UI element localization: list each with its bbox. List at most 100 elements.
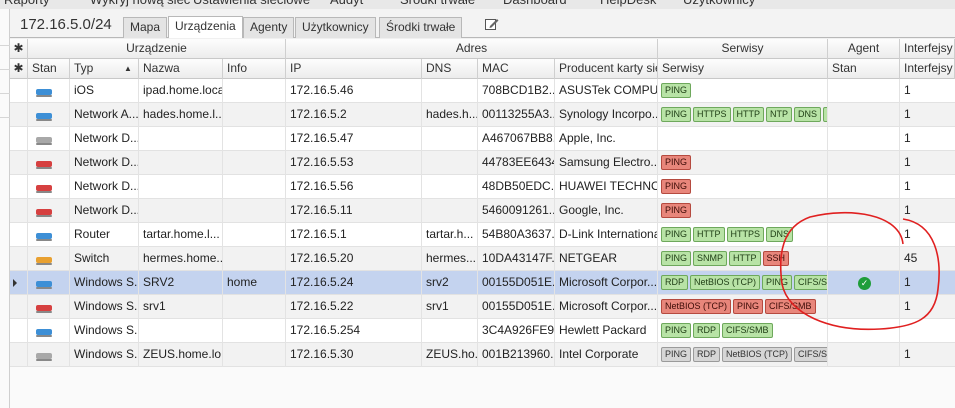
service-badge[interactable]: HTTPS [693,107,731,122]
column-chooser-icon[interactable]: ✱ [10,59,28,79]
service-badge[interactable]: RDP [693,347,721,362]
table-row[interactable]: Windows S... srv1 172.16.5.22 srv1 00155D051… [10,295,955,319]
service-badge[interactable]: PING [661,83,692,98]
tab-map[interactable]: Mapa [123,17,168,38]
service-badge[interactable]: NetBIOS (TCP) [690,275,761,290]
service-badge[interactable]: SNMP [693,251,728,266]
top-menu-item[interactable]: HelpDesk [600,0,656,7]
cell-ip: 172.16.5.22 [286,295,422,319]
cell-interfaces: 1 [904,179,911,193]
tab-agents[interactable]: Agenty [243,17,295,38]
cell-ip: 172.16.5.47 [286,127,422,151]
service-badge[interactable]: CIFS/SMB [722,323,773,338]
cell-ip: 172.16.5.56 [286,175,422,199]
grid-settings-icon[interactable]: ✱ [10,39,28,59]
row-gutter[interactable] [10,295,28,319]
col-dns[interactable]: DNS [422,59,478,79]
table-row[interactable]: Windows S... 172.16.5.254 3C4A926FE9...Hew… [10,319,955,343]
row-gutter[interactable] [10,271,28,295]
cell-info [223,151,286,175]
col-status[interactable]: Stan [28,59,70,79]
top-menu-item[interactable]: Wykryj nową sieć [90,0,190,7]
row-gutter[interactable] [10,175,28,199]
service-badge[interactable]: PING [661,107,692,122]
table-row[interactable]: Network A... hades.home.l... 172.16.5.2 had… [10,103,955,127]
table-row[interactable]: Network D... 172.16.5.11 5460091261... Goog… [10,199,955,223]
service-badge[interactable]: PING [661,347,692,362]
tab-users[interactable]: Użytkownicy [295,17,376,38]
service-badge[interactable]: NTP [766,107,793,122]
row-gutter[interactable] [10,343,28,367]
service-badge[interactable]: N [823,107,827,122]
service-badge[interactable]: DNS [766,227,794,242]
service-badge[interactable]: DNS [794,107,822,122]
service-badge[interactable]: PING [733,299,764,314]
cell-interfaces: 1 [904,299,911,313]
service-badge[interactable]: HTTP [732,107,765,122]
table-row[interactable]: Switch hermes.home... 172.16.5.20 hermes...… [10,247,955,271]
table-row[interactable]: iOS ipad.home.local 172.16.5.46 708BCD1B2..… [10,79,955,103]
cell-agent-status [828,247,900,271]
row-gutter[interactable] [10,103,28,127]
service-badge[interactable]: HTTP [729,251,761,266]
service-badge[interactable]: RDP [661,275,689,290]
col-agent-status[interactable]: Stan [828,59,900,79]
top-menu-item[interactable]: Użytkownicy [683,0,755,7]
service-badge[interactable]: HTTP [693,227,725,242]
cell-vendor: Google, Inc. [555,199,658,223]
col-info[interactable]: Info [223,59,286,79]
device-status-cell [28,199,70,223]
table-row[interactable]: Windows S... ZEUS.home.lo... 172.16.5.30 ZE… [10,343,955,367]
table-row[interactable]: Network D... 172.16.5.53 44783EE6434FSamsu… [10,151,955,175]
service-badge[interactable]: HTTPS [726,227,765,242]
row-gutter[interactable] [10,79,28,103]
row-gutter[interactable] [10,247,28,271]
row-gutter[interactable] [10,151,28,175]
service-badge[interactable]: CIFS/SM [794,275,827,290]
service-badge[interactable]: PING [661,203,692,218]
cell-services: PING [658,151,828,175]
top-menu-item[interactable]: Środki trwałe [400,0,475,7]
service-badge[interactable]: NetBIOS (TCP) [661,299,732,314]
service-badge[interactable]: PING [661,251,692,266]
device-status-icon [36,329,52,337]
col-mac[interactable]: MAC [478,59,555,79]
edit-icon[interactable] [484,16,500,32]
service-badge[interactable]: CIFS/SI [794,347,827,362]
cell-vendor: Samsung Electro... [555,151,658,175]
col-vendor[interactable]: Producent karty sie [555,59,658,79]
row-gutter[interactable] [10,223,28,247]
col-services[interactable]: Serwisy [658,59,828,79]
device-status-icon [36,353,52,361]
service-badge[interactable]: PING [762,275,793,290]
devices-grid: ✱ Urządzenie Adres Serwisy Agent Interfe… [10,39,955,408]
cell-info [223,247,286,271]
service-badge[interactable]: PING [661,155,692,170]
cell-type: iOS [70,79,139,103]
service-badge[interactable]: CIFS/SMB [765,299,816,314]
table-row[interactable]: Network D... 172.16.5.47 A467067BB8... Appl… [10,127,955,151]
col-type[interactable]: Typ ▲ [70,59,139,79]
row-gutter[interactable] [10,127,28,151]
tab-assets[interactable]: Środki trwałe [379,17,463,38]
col-name[interactable]: Nazwa [139,59,223,79]
service-badge[interactable]: PING [661,179,692,194]
top-menu-item[interactable]: Dashboard [503,0,567,7]
service-badge[interactable]: PING [661,227,692,242]
top-menu-item[interactable]: Audyt [330,0,363,7]
row-gutter[interactable] [10,319,28,343]
table-row[interactable]: Network D... 172.16.5.56 48DB50EDC... HUAWE… [10,175,955,199]
table-row[interactable]: Router tartar.home.l... 172.16.5.1 tartar.h… [10,223,955,247]
cell-mac: 48DB50EDC... [478,175,555,199]
top-menu-item[interactable]: Ustawienia sieciowe [193,0,310,7]
service-badge[interactable]: SSH [762,251,790,266]
service-badge[interactable]: RDP [693,323,721,338]
tab-devices[interactable]: Urządzenia [168,16,243,38]
service-badge[interactable]: NetBIOS (TCP) [722,347,793,362]
row-gutter[interactable] [10,199,28,223]
col-interfaces[interactable]: Interfejsy [900,59,955,79]
table-row[interactable]: Windows S... SRV2 home 172.16.5.24 srv2 00155… [10,271,955,295]
top-menu-item[interactable]: Raporty [4,0,50,7]
service-badge[interactable]: PING [661,323,692,338]
col-ip[interactable]: IP [286,59,422,79]
